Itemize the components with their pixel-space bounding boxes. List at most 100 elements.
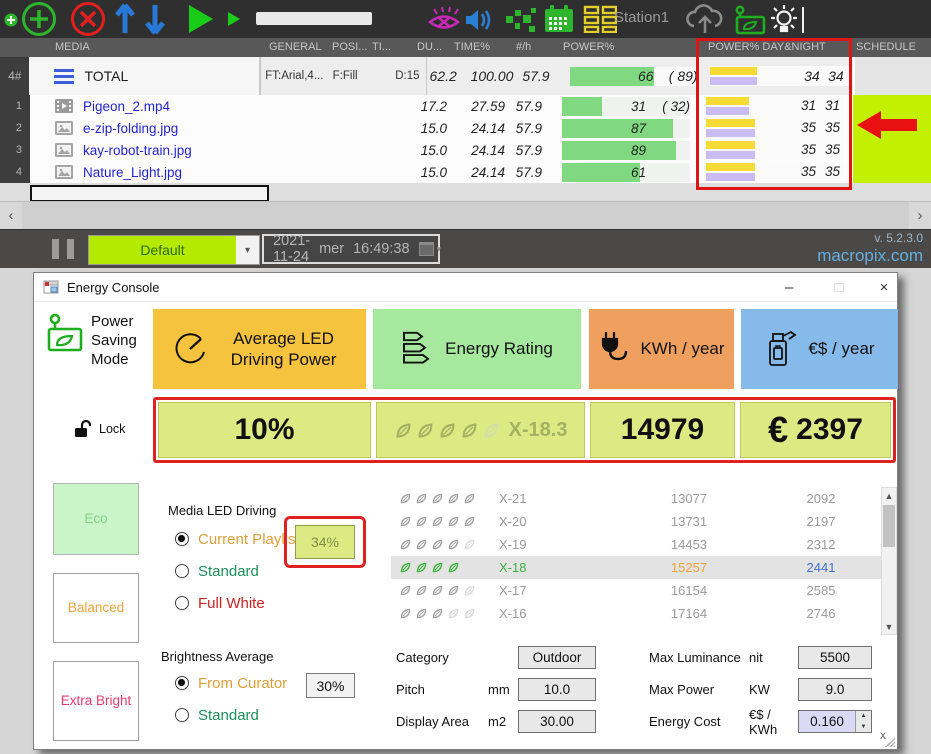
radio-option[interactable]: Current Playlist — [175, 523, 300, 555]
category-input[interactable]: Outdoor — [518, 646, 596, 669]
pause-icon[interactable] — [52, 239, 74, 259]
column-header-schedule[interactable]: SCHEDULE — [853, 38, 931, 57]
rating-row[interactable]: X-19 14453 2312 — [391, 533, 897, 556]
calendar-icon[interactable] — [543, 4, 575, 34]
add-quick-icon[interactable] — [4, 13, 18, 27]
max-power-input[interactable]: 9.0 — [798, 678, 872, 701]
website-link[interactable]: macropix.com — [817, 246, 923, 266]
radio-icon[interactable] — [175, 596, 189, 610]
pitch-input[interactable]: 10.0 — [518, 678, 596, 701]
media-led-driving-label: Media LED Driving — [168, 503, 276, 518]
move-down-icon[interactable] — [142, 2, 168, 36]
spinner-arrows-icon[interactable]: ▲▼ — [855, 711, 871, 732]
calendar-dropdown-icon[interactable]: ▾ — [419, 242, 442, 256]
leaf-icon — [431, 492, 444, 505]
max-luminance-input[interactable]: 5500 — [798, 646, 872, 669]
radio-icon[interactable] — [175, 532, 189, 546]
hide-eye-icon[interactable] — [426, 6, 462, 34]
add-media-icon[interactable] — [21, 1, 58, 38]
close-button[interactable]: × — [867, 273, 901, 301]
time-pct-value: 24.14 — [450, 117, 508, 139]
display-area-input[interactable]: 30.00 — [518, 710, 596, 733]
column-header-general[interactable]: GENERAL — [265, 38, 330, 57]
horizontal-scrollbar[interactable]: ‹ › — [0, 201, 931, 229]
annotation-red-box — [696, 38, 852, 190]
radio-option[interactable]: From Curator — [175, 667, 287, 699]
brightness-value[interactable]: 30% — [306, 673, 355, 698]
radio-label[interactable]: Standard — [198, 563, 259, 580]
rating-row[interactable]: X-17 16154 2585 — [391, 579, 897, 602]
radio-label[interactable]: From Curator — [198, 675, 287, 692]
playlist-selector[interactable]: Default ▾ — [88, 235, 260, 265]
radio-label[interactable]: Full White — [198, 595, 265, 612]
scroll-left-icon[interactable]: ‹ — [0, 202, 22, 229]
brightness-bulb-icon[interactable] — [768, 3, 800, 36]
delete-media-icon[interactable] — [70, 1, 107, 38]
rating-leaves — [391, 492, 499, 505]
datetime-picker[interactable]: 2021-11-24 mer 16:49:38 ▾ — [262, 234, 440, 264]
column-header-duration[interactable]: DU... — [415, 38, 450, 57]
schedule-cell[interactable] — [853, 139, 931, 161]
rating-row[interactable]: X-16 17164 2746 — [391, 602, 897, 625]
radio-option[interactable]: Standard — [175, 699, 287, 731]
playback-slider[interactable] — [256, 12, 372, 25]
playlist-selector-value[interactable]: Default — [89, 236, 236, 264]
column-header-per-hour[interactable]: #/h — [508, 38, 545, 57]
brightness-average-label: Brightness Average — [161, 649, 274, 664]
scroll-right-icon[interactable]: › — [909, 202, 931, 229]
rating-row[interactable]: X-18 15257 2441 — [391, 556, 897, 579]
scroll-up-icon[interactable]: ▲ — [882, 488, 896, 503]
play-icon[interactable] — [185, 3, 217, 35]
radio-option[interactable]: Standard — [175, 555, 300, 587]
leaf-icon — [394, 421, 413, 440]
column-header-position[interactable]: POSI... — [330, 38, 368, 57]
rating-row[interactable]: X-21 13077 2092 — [391, 487, 897, 510]
schedule-cell[interactable] — [853, 161, 931, 183]
total-schedule-cell[interactable] — [853, 57, 931, 95]
image-file-icon — [55, 143, 73, 157]
cloud-upload-icon[interactable] — [684, 4, 726, 36]
eco-mode-button[interactable]: Eco — [53, 483, 139, 555]
euro-icon: € — [768, 409, 788, 451]
scroll-down-icon[interactable]: ▼ — [882, 619, 896, 634]
scrollbar-thumb[interactable] — [883, 505, 895, 547]
column-header-ti[interactable]: TI... — [368, 38, 415, 57]
media-column-resizer[interactable] — [30, 185, 269, 202]
pixel-network-icon[interactable] — [505, 6, 537, 34]
layout-grid-icon[interactable] — [583, 5, 617, 33]
drag-handle-icon[interactable] — [54, 69, 74, 84]
column-header-time-pct[interactable]: TIME% — [450, 38, 508, 57]
play-preview-icon[interactable] — [226, 11, 242, 27]
resize-grip[interactable] — [885, 737, 895, 747]
eco-monitor-icon[interactable] — [733, 5, 767, 35]
audio-icon[interactable] — [463, 6, 495, 34]
media-filename[interactable]: Nature_Light.jpg — [83, 165, 182, 180]
card-label: €$ / year — [808, 338, 874, 359]
radio-icon[interactable] — [175, 564, 189, 578]
radio-label[interactable]: Standard — [198, 707, 259, 724]
extra-bright-mode-button[interactable]: Extra Bright — [53, 661, 139, 741]
column-header-media[interactable]: MEDIA — [30, 38, 265, 57]
balanced-mode-button[interactable]: Balanced — [53, 573, 139, 643]
media-filename[interactable]: Pigeon_2.mp4 — [83, 99, 170, 114]
radio-icon[interactable] — [175, 708, 189, 722]
brightness-options: From Curator Standard — [175, 667, 287, 731]
radio-option[interactable]: Full White — [175, 587, 300, 619]
column-header-power[interactable]: POWER% — [545, 38, 700, 57]
chevron-down-icon[interactable]: ▾ — [236, 236, 259, 264]
energy-cost-spinner[interactable]: 0.160 ▲▼ — [798, 710, 872, 733]
rating-cost: 2092 — [769, 491, 873, 506]
rating-row[interactable]: X-20 13731 2197 — [391, 510, 897, 533]
lock-toggle[interactable]: Lock — [74, 419, 125, 438]
radio-icon[interactable] — [175, 676, 189, 690]
image-file-icon — [55, 121, 73, 135]
minimize-button[interactable]: – — [772, 273, 806, 301]
card-energy-rating: Energy Rating — [373, 309, 581, 389]
rating-code: X-18 — [499, 560, 609, 575]
maximize-button[interactable]: □ — [822, 273, 856, 301]
move-up-icon[interactable] — [112, 2, 138, 36]
ratings-scrollbar[interactable]: ▲ ▼ — [881, 487, 897, 635]
media-filename[interactable]: e-zip-folding.jpg — [83, 121, 178, 136]
leaf-icon — [447, 515, 460, 528]
media-filename[interactable]: kay-robot-train.jpg — [83, 143, 192, 158]
